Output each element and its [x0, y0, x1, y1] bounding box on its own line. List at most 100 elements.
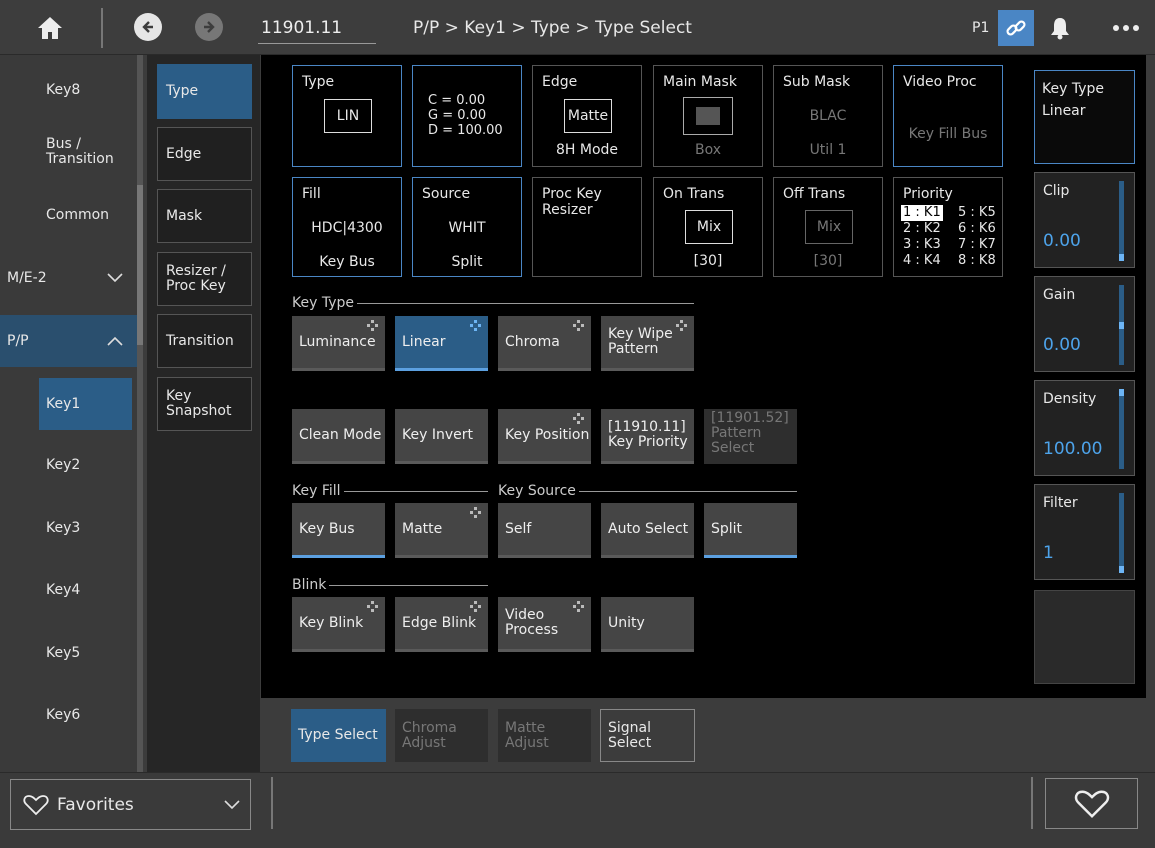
pattern-select-button[interactable]: [11901.52] Pattern Select: [704, 409, 797, 464]
summary-type[interactable]: Type LIN: [292, 65, 402, 167]
nav-item-key4[interactable]: Key4: [0, 565, 137, 615]
summary-source[interactable]: Source WHIT Split: [412, 177, 522, 277]
nav-item-key3[interactable]: Key3: [0, 503, 137, 553]
split-button[interactable]: Split: [704, 503, 797, 558]
summary-cgd[interactable]: C = 0.00 G = 0.00 D = 100.00: [412, 65, 522, 167]
number-input[interactable]: 11901.11: [258, 14, 376, 44]
key-position-button[interactable]: Key Position: [498, 409, 591, 464]
clip-control[interactable]: Clip 0.00: [1034, 172, 1135, 268]
tab-chroma-adjust[interactable]: Chroma Adjust: [395, 709, 488, 762]
more-button[interactable]: [1104, 10, 1148, 46]
self-button[interactable]: Self: [498, 503, 591, 558]
gain-slider[interactable]: [1119, 285, 1124, 365]
priority-entry: 1 : K1: [901, 205, 943, 221]
video-process-button[interactable]: Video Process: [498, 597, 591, 652]
nav-section-pp[interactable]: P/P: [0, 315, 137, 367]
heart-icon: [1074, 789, 1109, 818]
button-label: Key Invert: [402, 426, 473, 443]
add-favorite-button[interactable]: [1045, 778, 1138, 829]
back-button[interactable]: [134, 13, 162, 41]
left-nav-scrollbar[interactable]: [137, 55, 143, 772]
nav-section-label: P/P: [7, 333, 29, 349]
bell-icon: [1051, 18, 1069, 40]
key-priority-button[interactable]: [11910.11] Key Priority: [601, 409, 694, 464]
section-line: [578, 490, 797, 492]
forward-button[interactable]: [195, 13, 223, 41]
tab-matte-adjust[interactable]: Matte Adjust: [498, 709, 591, 762]
summary-on-trans[interactable]: On Trans Mix [30]: [653, 177, 763, 277]
summary-video-proc[interactable]: Video Proc Key Fill Bus: [893, 65, 1003, 167]
chroma-button[interactable]: Chroma: [498, 316, 591, 371]
slider-thumb[interactable]: [1119, 389, 1124, 396]
filter-value: 1: [1043, 543, 1054, 563]
home-button[interactable]: [0, 0, 100, 55]
subnav-resizer-proc-key[interactable]: Resizer / Proc Key: [157, 252, 252, 306]
scrollbar-thumb[interactable]: [137, 185, 143, 345]
summary-value: LIN: [324, 99, 372, 133]
summary-title: Main Mask: [663, 74, 737, 90]
subnav-type[interactable]: Type: [157, 64, 252, 119]
key-type-display[interactable]: Key Type Linear: [1034, 70, 1135, 164]
filter-title: Filter: [1043, 495, 1078, 511]
button-label: Chroma: [505, 333, 560, 350]
chevron-down-icon: [107, 273, 123, 283]
unity-button[interactable]: Unity: [601, 597, 694, 652]
summary-off-trans[interactable]: Off Trans Mix [30]: [773, 177, 883, 277]
section-key-type: Key Type: [292, 295, 694, 311]
key-blink-button[interactable]: Key Blink: [292, 597, 385, 652]
summary-main-mask[interactable]: Main Mask Box: [653, 65, 763, 167]
notification-button[interactable]: [1042, 10, 1078, 46]
key-invert-button[interactable]: Key Invert: [395, 409, 488, 464]
section-label: Key Type: [292, 295, 354, 311]
tab-signal-select[interactable]: Signal Select: [600, 709, 695, 762]
sub-nav: Type Edge Mask Resizer / Proc Key Transi…: [147, 55, 260, 772]
section-label: Key Source: [498, 483, 576, 499]
tab-label: Matte Adjust: [505, 719, 549, 751]
nav-item-bus-transition[interactable]: Bus / Transition: [0, 127, 137, 177]
slider-thumb[interactable]: [1119, 322, 1124, 329]
nav-section-me2[interactable]: M/E-2: [0, 253, 137, 303]
subnav-key-snapshot[interactable]: Key Snapshot: [157, 377, 252, 431]
luminance-button[interactable]: Luminance: [292, 316, 385, 371]
filter-control[interactable]: Filter 1: [1034, 484, 1135, 580]
summary-sub-mask[interactable]: Sub Mask BLAC Util 1: [773, 65, 883, 167]
nav-item-common[interactable]: Common: [0, 190, 137, 240]
summary-c: C = 0.00: [428, 93, 486, 108]
nav-item-key6[interactable]: Key6: [0, 690, 137, 740]
nav-item-label: Bus / Transition: [46, 136, 114, 167]
expand-icon: [676, 320, 688, 331]
subnav-transition[interactable]: Transition: [157, 314, 252, 368]
summary-priority[interactable]: Priority 1 : K1 2 : K2 3 : K3 4 : K4 5 :…: [893, 177, 1003, 277]
priority-entry: 5 : K5: [958, 205, 996, 220]
summary-sub: Util 1: [809, 142, 847, 158]
density-control[interactable]: Density 100.00: [1034, 380, 1135, 476]
edge-blink-button[interactable]: Edge Blink: [395, 597, 488, 652]
summary-fill[interactable]: Fill HDC|4300 Key Bus: [292, 177, 402, 277]
filter-slider[interactable]: [1119, 493, 1124, 573]
summary-sub: Split: [451, 254, 483, 270]
gain-control[interactable]: Gain 0.00: [1034, 276, 1135, 372]
key-bus-button[interactable]: Key Bus: [292, 503, 385, 558]
density-slider[interactable]: [1119, 389, 1124, 469]
nav-item-key8[interactable]: Key8: [0, 65, 137, 115]
clip-slider[interactable]: [1119, 181, 1124, 261]
slider-thumb[interactable]: [1119, 566, 1124, 573]
subnav-edge[interactable]: Edge: [157, 127, 252, 181]
slider-thumb[interactable]: [1119, 254, 1124, 261]
clean-mode-button[interactable]: Clean Mode: [292, 409, 385, 464]
key-wipe-pattern-button[interactable]: Key Wipe Pattern: [601, 316, 694, 371]
nav-item-key2[interactable]: Key2: [0, 440, 137, 490]
nav-item-key1[interactable]: Key1: [39, 378, 132, 430]
favorites-dropdown[interactable]: Favorites: [10, 779, 251, 830]
subnav-mask[interactable]: Mask: [157, 189, 252, 243]
link-button[interactable]: [998, 10, 1034, 46]
auto-select-button[interactable]: Auto Select: [601, 503, 694, 558]
toolbar-divider: [101, 8, 103, 48]
summary-proc-key-resizer[interactable]: Proc Key Resizer: [532, 177, 642, 277]
matte-button[interactable]: Matte: [395, 503, 488, 558]
linear-button[interactable]: Linear: [395, 316, 488, 371]
tab-type-select[interactable]: Type Select: [291, 709, 386, 762]
summary-edge[interactable]: Edge Matte 8H Mode: [532, 65, 642, 167]
nav-item-key5[interactable]: Key5: [0, 628, 137, 678]
summary-value: BLAC: [809, 108, 847, 124]
